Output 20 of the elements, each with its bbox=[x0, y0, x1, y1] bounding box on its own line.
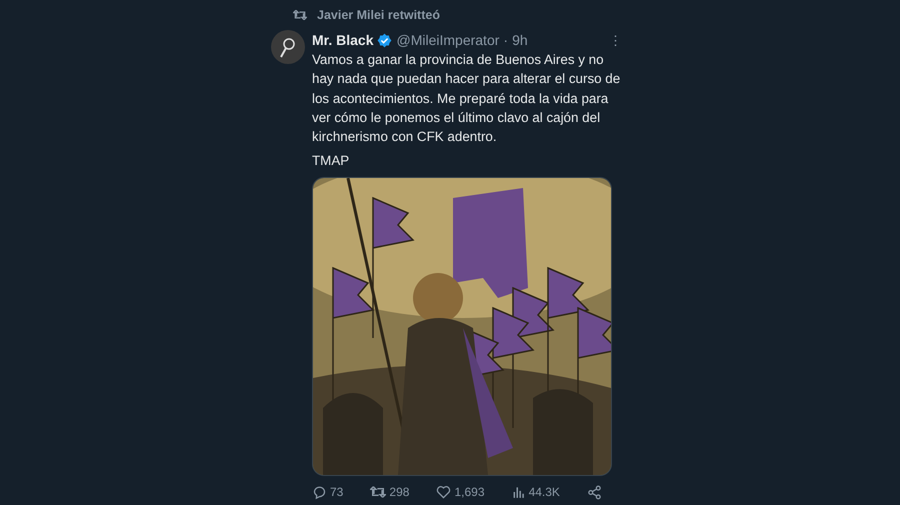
share-button[interactable] bbox=[586, 484, 602, 500]
like-button[interactable]: 1,693 bbox=[436, 484, 485, 500]
retweet-button[interactable]: 298 bbox=[370, 484, 410, 500]
retweet-icon bbox=[293, 9, 307, 21]
share-icon bbox=[586, 484, 602, 500]
retweet-icon bbox=[370, 485, 386, 500]
views-button[interactable]: 44.3K bbox=[512, 484, 560, 500]
author-name[interactable]: Mr. Black bbox=[312, 32, 374, 48]
avatar[interactable] bbox=[271, 30, 305, 64]
tweet-text: TMAP bbox=[312, 152, 350, 170]
more-options-button[interactable]: ⋮ bbox=[609, 32, 622, 48]
heart-icon bbox=[436, 485, 452, 500]
timestamp[interactable]: 9h bbox=[512, 32, 528, 48]
retweet-label[interactable]: Javier Milei retwitteó bbox=[317, 8, 440, 22]
tweet-text: Vamos a ganar la provincia de Buenos Aires y no hay nada que puedan hacer para alterar el curso de los acontecimientos. Me preparé toda la vida para ver cómo le ponemos el último clavo al cajón del kirchnerismo con CFK adentro. bbox=[312, 51, 622, 146]
speech-bubble-icon bbox=[312, 484, 327, 500]
separator-dot: · bbox=[503, 32, 508, 48]
author-handle[interactable]: @MileiImperator bbox=[396, 32, 500, 48]
bar-chart-icon bbox=[512, 485, 526, 500]
reply-button[interactable]: 73 bbox=[312, 484, 344, 500]
